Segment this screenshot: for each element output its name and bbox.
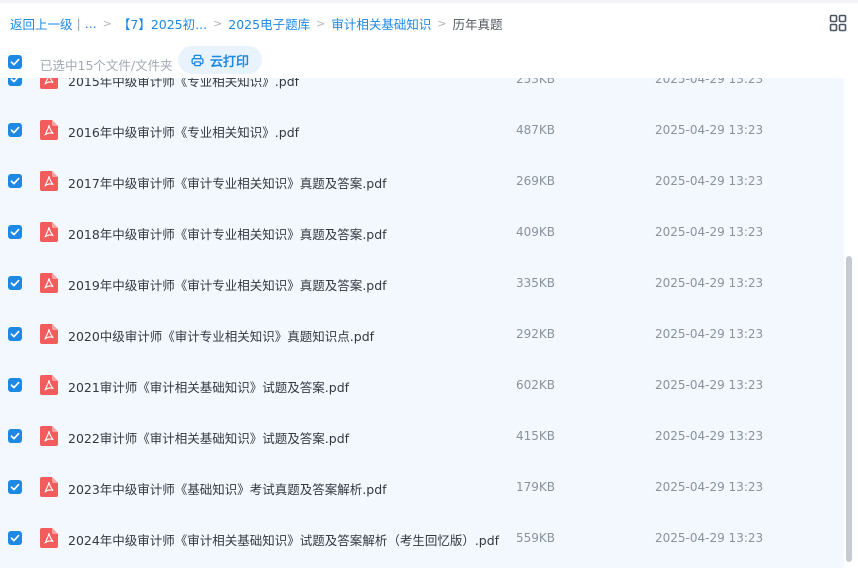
pdf-file-icon [40,78,58,89]
breadcrumb-pipe: | [76,15,81,31]
breadcrumb-ellipsis[interactable]: ... [85,16,97,31]
cloud-print-button[interactable]: 云打印 [178,46,262,74]
file-date: 2025-04-29 13:23 [655,378,764,392]
file-row[interactable]: 2017年中级审计师《审计专业相关知识》真题及答案.pdf 269KB 2025… [0,156,844,207]
check-icon [10,483,20,491]
file-row[interactable]: 2015年中级审计师《专业相关知识》.pdf 253KB 2025-04-29 … [0,78,844,105]
pdf-file-icon [40,477,58,497]
file-date: 2025-04-29 13:23 [655,123,764,137]
file-row[interactable]: 2016年中级审计师《专业相关知识》.pdf 487KB 2025-04-29 … [0,105,844,156]
check-icon [10,228,20,236]
file-checkbox[interactable] [8,531,22,545]
file-row[interactable]: 2021审计师《审计相关基础知识》试题及答案.pdf 602KB 2025-04… [0,360,844,411]
file-name[interactable]: 2024年中级审计师《审计相关基础知识》试题及答案解析（考生回忆版）.pdf [68,530,499,549]
file-row[interactable]: 2023年中级审计师《基础知识》考试真题及答案解析.pdf 179KB 2025… [0,462,844,513]
file-checkbox[interactable] [8,378,22,392]
pdf-file-icon [40,273,58,293]
breadcrumb-current: 历年真题 [452,16,503,32]
check-icon [10,58,20,66]
file-name[interactable]: 2016年中级审计师《专业相关知识》.pdf [68,122,299,141]
file-size: 179KB [516,480,556,494]
file-checkbox[interactable] [8,174,22,188]
file-size: 269KB [516,174,556,188]
file-browser-page: 返回上一级 | ... > 【7】2025初... > 2025电子题库 > 审… [0,0,858,568]
pdf-file-icon [40,324,58,344]
select-all-checkbox[interactable] [8,55,22,69]
breadcrumb-item[interactable]: 【7】2025初... [118,14,207,33]
check-icon [10,126,20,134]
file-checkbox[interactable] [8,480,22,494]
file-row[interactable]: 2020中级审计师《审计专业相关知识》真题知识点.pdf 292KB 2025-… [0,309,844,360]
file-size: 487KB [516,123,556,137]
cloud-print-label: 云打印 [209,54,249,70]
file-size: 602KB [516,378,556,392]
file-size: 415KB [516,429,556,443]
file-name[interactable]: 2020中级审计师《审计专业相关知识》真题知识点.pdf [68,326,374,345]
file-size: 559KB [516,531,556,545]
grid-view-icon[interactable] [829,14,847,32]
pdf-file-icon [40,171,58,191]
breadcrumb-item[interactable]: 2025电子题库 [228,14,310,33]
breadcrumb-separator: > [213,16,223,30]
breadcrumb-separator: > [437,16,447,30]
pdf-file-icon [40,426,58,446]
file-checkbox[interactable] [8,276,22,290]
file-checkbox[interactable] [8,327,22,341]
breadcrumb-separator: > [316,16,326,30]
file-checkbox[interactable] [8,225,22,239]
file-date: 2025-04-29 13:23 [655,531,764,545]
file-row[interactable]: 2019年中级审计师《审计专业相关知识》真题及答案.pdf 335KB 2025… [0,258,844,309]
file-date: 2025-04-29 13:23 [655,429,764,443]
selected-count-text: 已选中15个文件/文件夹 [40,58,173,73]
file-list: 2015年中级审计师《专业相关知识》.pdf 253KB 2025-04-29 … [0,78,844,568]
file-date: 2025-04-29 13:23 [655,480,764,494]
file-name[interactable]: 2022审计师《审计相关基础知识》试题及答案.pdf [68,428,349,447]
file-name[interactable]: 2015年中级审计师《专业相关知识》.pdf [68,78,299,90]
breadcrumb-item[interactable]: 审计相关基础知识 [331,14,431,33]
file-size: 335KB [516,276,556,290]
file-checkbox[interactable] [8,429,22,443]
breadcrumb-separator: > [102,16,112,30]
file-row[interactable]: 2022审计师《审计相关基础知识》试题及答案.pdf 415KB 2025-04… [0,411,844,462]
check-icon [10,78,19,83]
check-icon [10,432,20,440]
back-link[interactable]: 返回上一级 [10,14,73,33]
check-icon [10,381,20,389]
file-name[interactable]: 2019年中级审计师《审计专业相关知识》真题及答案.pdf [68,275,387,294]
file-size: 292KB [516,327,556,341]
file-date: 2025-04-29 13:23 [655,174,764,188]
pdf-file-icon [40,528,58,548]
file-name[interactable]: 2023年中级审计师《基础知识》考试真题及答案解析.pdf [68,479,387,498]
file-date: 2025-04-29 13:23 [655,225,764,239]
file-date: 2025-04-29 13:23 [655,276,764,290]
file-checkbox[interactable] [8,78,22,86]
file-row[interactable]: 2024年中级审计师《审计相关基础知识》试题及答案解析（考生回忆版）.pdf 5… [0,513,844,564]
file-checkbox[interactable] [8,123,22,137]
selection-toolbar: 已选中15个文件/文件夹 云打印 [0,44,858,78]
file-name[interactable]: 2018年中级审计师《审计专业相关知识》真题及答案.pdf [68,224,387,243]
pdf-file-icon [40,120,58,140]
file-date: 2025-04-29 13:23 [655,327,764,341]
file-name[interactable]: 2021审计师《审计相关基础知识》试题及答案.pdf [68,377,349,396]
check-icon [10,534,20,542]
breadcrumb: 返回上一级 | ... > 【7】2025初... > 2025电子题库 > 审… [10,13,503,33]
pdf-file-icon [40,375,58,395]
check-icon [10,177,20,185]
file-date: 2025-04-29 13:23 [655,78,764,86]
printer-icon [191,54,204,66]
file-size: 409KB [516,225,556,239]
scrollbar-thumb[interactable] [846,256,852,562]
top-divider [0,0,858,3]
file-row[interactable]: 2018年中级审计师《审计专业相关知识》真题及答案.pdf 409KB 2025… [0,207,844,258]
file-size: 253KB [516,78,556,86]
check-icon [10,279,20,287]
pdf-file-icon [40,222,58,242]
file-name[interactable]: 2017年中级审计师《审计专业相关知识》真题及答案.pdf [68,173,387,192]
check-icon [10,330,20,338]
